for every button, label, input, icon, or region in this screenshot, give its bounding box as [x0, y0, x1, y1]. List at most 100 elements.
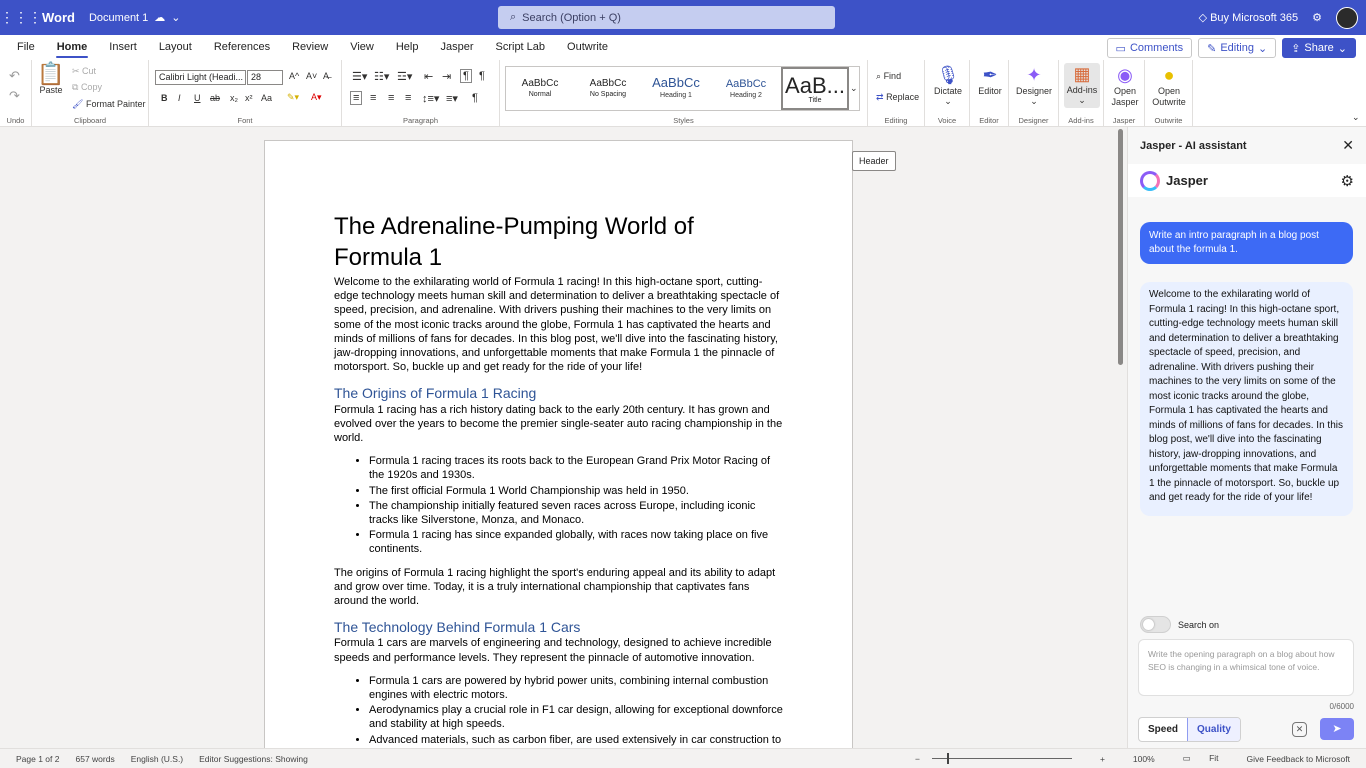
tab-script-lab[interactable]: Script Lab	[485, 35, 557, 60]
decrease-indent-icon[interactable]: ⇤	[424, 70, 433, 83]
replace-button[interactable]: ⇄ Replace	[876, 92, 919, 103]
align-right-icon[interactable]: ≡	[388, 92, 394, 104]
tab-references[interactable]: References	[203, 35, 281, 60]
intro-paragraph[interactable]: Welcome to the exhilarating world of For…	[334, 275, 786, 374]
show-marks-icon[interactable]: ¶	[472, 92, 478, 104]
search-toggle[interactable]	[1140, 616, 1171, 633]
ltr-icon[interactable]: ¶	[460, 69, 472, 83]
close-icon[interactable]: ✕	[1342, 137, 1354, 154]
clear-formatting-icon[interactable]: A̶	[323, 71, 329, 81]
rtl-icon[interactable]: ¶	[479, 70, 485, 82]
find-button[interactable]: ⌕ Find	[876, 71, 901, 82]
page-count[interactable]: Page 1 of 2	[16, 754, 59, 764]
multilevel-list-icon[interactable]: ☲▾	[397, 70, 412, 83]
list-item[interactable]: Advanced materials, such as carbon fiber…	[369, 733, 786, 747]
increase-indent-icon[interactable]: ⇥	[442, 70, 451, 83]
document-page[interactable]: The Adrenaline-Pumping World of Formula …	[264, 140, 853, 748]
undo-icon[interactable]: ↶	[9, 68, 20, 84]
grow-font-button[interactable]: A^	[289, 71, 299, 81]
bullets-icon[interactable]: ☰▾	[352, 70, 367, 83]
tab-view[interactable]: View	[339, 35, 385, 60]
tab-file[interactable]: File	[0, 35, 46, 60]
editor-button[interactable]: ✒ Editor	[973, 64, 1007, 96]
subscript-button[interactable]: x₂	[230, 93, 238, 103]
document-title[interactable]: Document 1	[89, 12, 148, 24]
zoom-level[interactable]: 100%	[1133, 754, 1155, 764]
italic-button[interactable]: I	[178, 93, 181, 103]
shrink-font-button[interactable]: A˅	[306, 71, 317, 81]
styles-more-icon[interactable]: ⌄	[850, 83, 858, 94]
paste-button[interactable]: 📋 Paste	[37, 63, 65, 96]
bold-button[interactable]: B	[161, 93, 168, 103]
list-item[interactable]: The championship initially featured seve…	[369, 499, 786, 527]
change-case-button[interactable]: Aa	[261, 93, 272, 103]
list-item[interactable]: Formula 1 racing traces its roots back t…	[369, 454, 786, 482]
copy-button[interactable]: ⧉ Copy	[72, 82, 102, 93]
scrollbar-thumb[interactable]	[1118, 129, 1123, 365]
open-jasper-button[interactable]: ◉ Open Jasper	[1107, 64, 1143, 108]
vertical-scrollbar[interactable]	[1116, 127, 1126, 748]
comments-button[interactable]: ▭ Comments	[1106, 38, 1193, 58]
word-count[interactable]: 657 words	[75, 754, 114, 764]
font-size-select[interactable]: 28	[247, 70, 283, 85]
app-name[interactable]: Word	[42, 10, 75, 25]
shading-icon[interactable]: ≡▾	[446, 92, 458, 105]
strikethrough-button[interactable]: ab	[210, 93, 220, 103]
zoom-in-icon[interactable]: +	[1100, 754, 1105, 764]
open-outwrite-button[interactable]: ● Open Outwrite	[1148, 64, 1190, 108]
zoom-out-icon[interactable]: −	[915, 754, 920, 764]
justify-icon[interactable]: ≡	[405, 92, 411, 104]
cut-button[interactable]: ✂ Cut	[72, 66, 96, 77]
settings-gear-icon[interactable]: ⚙	[1341, 172, 1354, 190]
font-color-icon[interactable]: A▾	[311, 92, 322, 103]
tab-jasper[interactable]: Jasper	[429, 35, 484, 60]
avatar[interactable]	[1336, 6, 1358, 29]
prompt-input[interactable]: Write the opening paragraph on a blog ab…	[1138, 639, 1354, 696]
numbering-icon[interactable]: ☷▾	[374, 70, 389, 83]
fit-button[interactable]: ▭ Fit	[1183, 753, 1219, 764]
style-title[interactable]: AaB... Title	[781, 67, 849, 110]
speed-mode-button[interactable]: Speed	[1139, 718, 1187, 741]
tab-layout[interactable]: Layout	[148, 35, 203, 60]
tech-paragraph[interactable]: Formula 1 cars are marvels of engineerin…	[334, 636, 786, 664]
designer-button[interactable]: ✦ Designer ⌄	[1012, 64, 1056, 107]
editor-suggestions[interactable]: Editor Suggestions: Showing	[199, 754, 308, 764]
share-button[interactable]: ⇪ Share ⌄	[1282, 38, 1356, 58]
quality-mode-button[interactable]: Quality	[1187, 718, 1240, 741]
superscript-button[interactable]: x²	[245, 93, 253, 103]
settings-gear-icon[interactable]: ⚙	[1312, 11, 1322, 24]
editing-mode-button[interactable]: ✎ Editing ⌄	[1198, 38, 1277, 58]
header-tag[interactable]: Header	[852, 151, 896, 171]
search-box[interactable]: ⌕ Search (Option + Q)	[498, 6, 835, 29]
format-painter-button[interactable]: 🖌 Format Painter	[72, 99, 145, 110]
line-spacing-icon[interactable]: ↕≡▾	[422, 92, 439, 105]
clear-icon[interactable]: ✕	[1292, 722, 1307, 737]
origins-paragraph-2[interactable]: The origins of Formula 1 racing highligh…	[334, 566, 786, 609]
align-center-icon[interactable]: ≡	[370, 92, 376, 104]
list-item[interactable]: The first official Formula 1 World Champ…	[369, 484, 786, 498]
tab-review[interactable]: Review	[281, 35, 339, 60]
tab-insert[interactable]: Insert	[98, 35, 148, 60]
heading-technology[interactable]: The Technology Behind Formula 1 Cars	[334, 620, 786, 634]
heading-origins[interactable]: The Origins of Formula 1 Racing	[334, 386, 786, 400]
language[interactable]: English (U.S.)	[131, 754, 183, 764]
tab-outwrite[interactable]: Outwrite	[556, 35, 619, 60]
list-item[interactable]: Formula 1 cars are powered by hybrid pow…	[369, 674, 786, 702]
document-name[interactable]: Document 1 ☁ ⌄	[89, 11, 181, 25]
style-no-spacing[interactable]: AaBbCc No Spacing	[574, 67, 642, 110]
collapse-ribbon-icon[interactable]: ⌄	[1352, 112, 1360, 123]
document-body[interactable]: The Adrenaline-Pumping World of Formula …	[334, 211, 786, 748]
list-item[interactable]: Formula 1 racing has since expanded glob…	[369, 528, 786, 556]
redo-icon[interactable]: ↷	[9, 88, 20, 104]
style-heading-2[interactable]: AaBbCc Heading 2	[710, 67, 782, 110]
list-item[interactable]: Aerodynamics play a crucial role in F1 c…	[369, 703, 786, 731]
style-normal[interactable]: AaBbCc Normal	[506, 67, 574, 110]
addins-button[interactable]: ▦ Add-ins ⌄	[1064, 63, 1100, 108]
feedback-link[interactable]: Give Feedback to Microsoft	[1247, 754, 1350, 764]
tab-home[interactable]: Home	[46, 35, 99, 60]
tab-help[interactable]: Help	[385, 35, 430, 60]
dictate-button[interactable]: 🎙 Dictate ⌄	[929, 64, 967, 107]
document-title[interactable]: The Adrenaline-Pumping World of Formula …	[334, 211, 786, 273]
chevron-down-icon[interactable]: ⌄	[171, 11, 180, 24]
align-left-icon[interactable]: ≡	[350, 91, 363, 105]
